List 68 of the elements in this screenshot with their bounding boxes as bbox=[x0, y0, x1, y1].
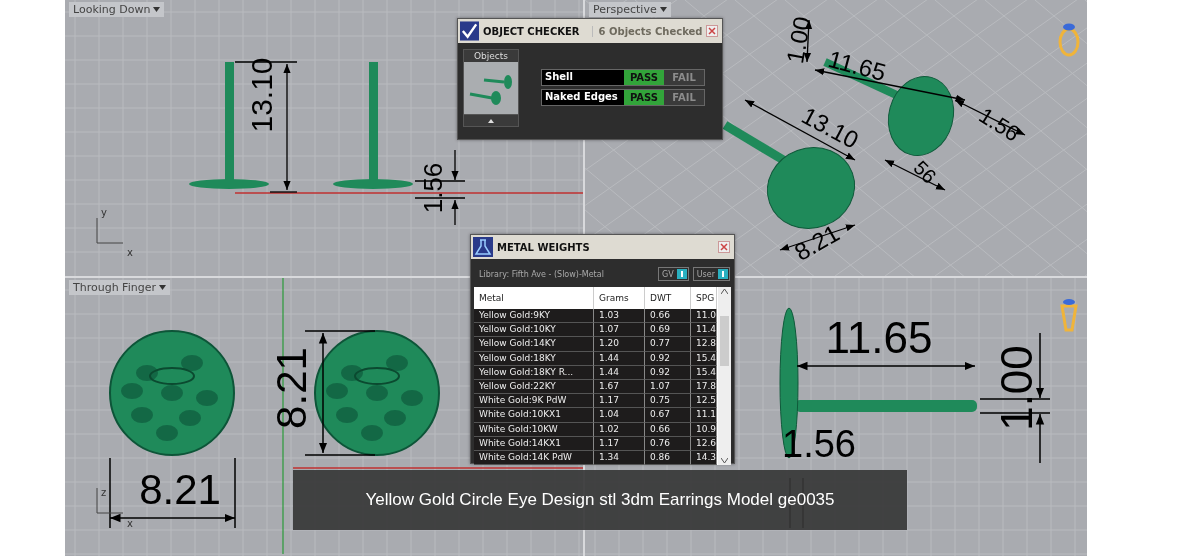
panel-title: OBJECT CHECKER bbox=[483, 25, 580, 37]
toggle-switch[interactable]: User bbox=[692, 267, 730, 281]
object-thumbnail[interactable] bbox=[464, 62, 518, 114]
axis-label: z bbox=[101, 488, 107, 498]
table-cell: 1.17 bbox=[594, 394, 645, 409]
check-name: Naked Edges bbox=[542, 90, 624, 105]
ring-icon[interactable] bbox=[1060, 299, 1078, 332]
table-cell: 1.07 bbox=[594, 323, 645, 338]
table-cell: Yellow Gold:14KY bbox=[474, 337, 594, 352]
dimension-label: 8.21 bbox=[790, 220, 844, 266]
scrollbar-thumb[interactable] bbox=[720, 316, 729, 367]
close-button[interactable] bbox=[706, 25, 718, 37]
viewport-tab[interactable]: Through Finger bbox=[69, 280, 170, 295]
dimension-label: 13.10 bbox=[247, 57, 277, 133]
table-cell: Yellow Gold:10KY bbox=[474, 323, 594, 338]
dimension-label: 1.00 bbox=[995, 345, 1039, 431]
axis-label: y bbox=[101, 208, 107, 218]
table-cell: 1.20 bbox=[594, 337, 645, 352]
checkmark-icon bbox=[460, 21, 480, 41]
objects-header: Objects bbox=[464, 50, 518, 62]
fail-indicator: FAIL bbox=[664, 70, 704, 85]
table-cell: Yellow Gold:9KY bbox=[474, 309, 594, 324]
axis-label: x bbox=[127, 248, 133, 258]
table-cell: 11.0 bbox=[691, 309, 717, 324]
ring-icon[interactable] bbox=[1058, 23, 1080, 57]
toggle-switch[interactable]: GV bbox=[658, 267, 689, 281]
table-cell: 1.03 bbox=[594, 309, 645, 324]
dimension-label: 8.21 bbox=[271, 347, 313, 429]
table-cell: 0.67 bbox=[645, 408, 691, 423]
check-name: Shell bbox=[542, 70, 624, 85]
viewport-tab[interactable]: Looking Down bbox=[69, 2, 165, 17]
dimension-label: 1.56 bbox=[420, 162, 446, 214]
flask-icon bbox=[473, 237, 493, 257]
caret-icon[interactable] bbox=[153, 7, 161, 12]
table-cell: 12.5 bbox=[691, 394, 717, 409]
dimension-label: 1.56 bbox=[975, 104, 1023, 146]
table-cell: 11.4 bbox=[691, 323, 717, 338]
fail-indicator: FAIL bbox=[664, 90, 704, 105]
axis-label: x bbox=[127, 519, 133, 529]
scrollbar[interactable] bbox=[718, 287, 731, 466]
dimension-label: 11.65 bbox=[825, 46, 889, 86]
axis-drawing bbox=[96, 217, 124, 244]
dimension-label: 56 bbox=[910, 157, 940, 187]
dimension-label: 8.21 bbox=[139, 469, 221, 511]
table-cell: 0.77 bbox=[645, 337, 691, 352]
table-cell: 1.04 bbox=[594, 408, 645, 423]
dimension-label: 11.65 bbox=[825, 316, 933, 360]
caret-icon[interactable] bbox=[659, 7, 667, 12]
table-cell: White Gold:10KX1 bbox=[474, 408, 594, 423]
table-cell: 11.1 bbox=[691, 408, 717, 423]
table-cell: 0.75 bbox=[645, 394, 691, 409]
table-cell: 0.69 bbox=[645, 323, 691, 338]
caret-icon[interactable] bbox=[158, 285, 166, 290]
scroll-up-button[interactable] bbox=[464, 114, 518, 126]
axis-drawing bbox=[96, 487, 124, 514]
close-button[interactable] bbox=[718, 241, 730, 253]
close-icon bbox=[708, 27, 717, 35]
table-cell: 0.66 bbox=[645, 309, 691, 324]
close-icon bbox=[720, 243, 728, 251]
table-cell: White Gold:9K PdW bbox=[474, 394, 594, 409]
viewport-tab[interactable]: Perspective bbox=[589, 2, 671, 17]
dimension-label: 13.10 bbox=[797, 103, 863, 153]
up-arrow-icon bbox=[488, 118, 494, 123]
caption-overlay: Yellow Gold Circle Eye Design stl 3dm Earrings Model ge0035 bbox=[293, 470, 907, 530]
pass-indicator: PASS bbox=[624, 70, 664, 85]
table-cell: 12.8 bbox=[691, 337, 717, 352]
status-text: 6 Objects Checked bbox=[591, 25, 703, 37]
pass-indicator: PASS bbox=[624, 90, 664, 105]
